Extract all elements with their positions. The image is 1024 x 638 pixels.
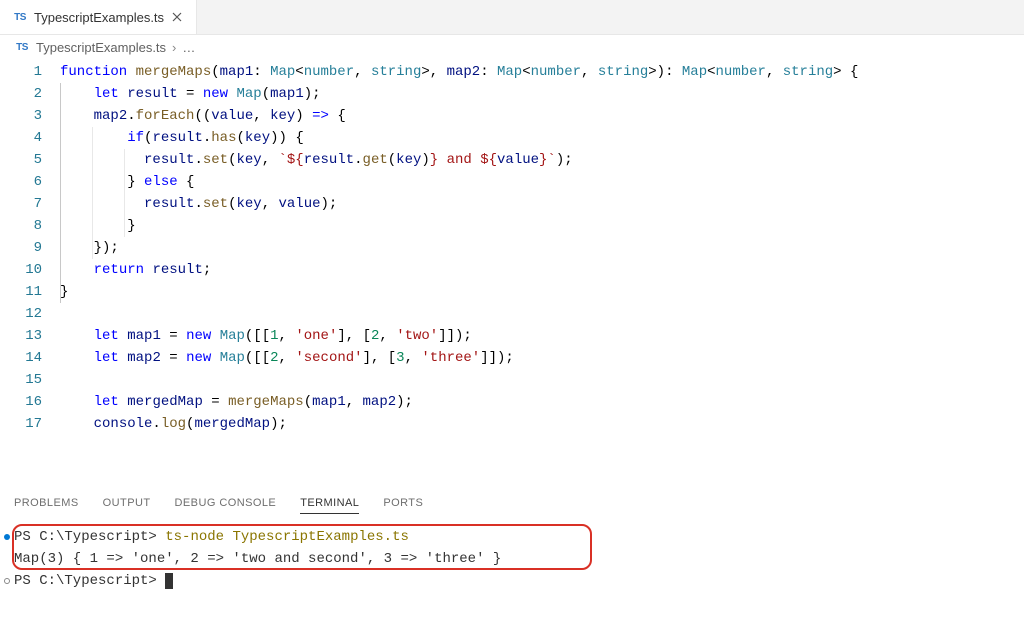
code-content: } [60, 215, 1024, 237]
line-number: 11 [0, 281, 60, 303]
code-line[interactable]: 15 [0, 369, 1024, 391]
indent-guide [124, 149, 125, 171]
code-editor[interactable]: 1function mergeMaps(map1: Map<number, st… [0, 59, 1024, 449]
typescript-file-icon: TS [12, 9, 28, 25]
line-number: 14 [0, 347, 60, 369]
line-number: 9 [0, 237, 60, 259]
indent-guide [92, 149, 93, 171]
terminal[interactable]: PS C:\Typescript> ts-node TypescriptExam… [0, 520, 1024, 598]
indent-guide [60, 83, 61, 105]
code-content: let mergedMap = mergeMaps(map1, map2); [60, 391, 1024, 413]
line-number: 15 [0, 369, 60, 391]
editor-tab-bar: TS TypescriptExamples.ts [0, 0, 1024, 35]
line-number: 6 [0, 171, 60, 193]
terminal-cursor [165, 573, 173, 589]
indent-guide [92, 237, 93, 259]
code-content: let map2 = new Map([[2, 'second'], [3, '… [60, 347, 1024, 369]
code-line[interactable]: 12 [0, 303, 1024, 325]
code-line[interactable]: 5 result.set(key, `${result.get(key)} an… [0, 149, 1024, 171]
indent-guide [60, 171, 61, 193]
line-number: 1 [0, 61, 60, 83]
code-line[interactable]: 1function mergeMaps(map1: Map<number, st… [0, 61, 1024, 83]
indent-guide [92, 127, 93, 149]
indent-guide [92, 215, 93, 237]
line-number: 7 [0, 193, 60, 215]
line-number: 13 [0, 325, 60, 347]
panel-tab-ports[interactable]: PORTS [383, 497, 423, 514]
terminal-status-dot-icon [4, 534, 10, 540]
close-icon[interactable] [170, 10, 184, 24]
terminal-line: Map(3) { 1 => 'one', 2 => 'two and secon… [14, 548, 1010, 570]
line-number: 2 [0, 83, 60, 105]
panel-tab-terminal[interactable]: TERMINAL [300, 497, 359, 514]
code-line[interactable]: 9 }); [0, 237, 1024, 259]
code-line[interactable]: 3 map2.forEach((value, key) => { [0, 105, 1024, 127]
code-content: result.set(key, `${result.get(key)} and … [60, 149, 1024, 171]
code-line[interactable]: 11} [0, 281, 1024, 303]
breadcrumb-more: … [182, 40, 195, 55]
code-line[interactable]: 6 } else { [0, 171, 1024, 193]
code-content: return result; [60, 259, 1024, 281]
code-content [60, 303, 1024, 325]
line-number: 16 [0, 391, 60, 413]
panel-tab-problems[interactable]: PROBLEMS [14, 497, 79, 514]
code-line[interactable]: 10 return result; [0, 259, 1024, 281]
panel-tab-debug[interactable]: DEBUG CONSOLE [175, 497, 277, 514]
code-content: map2.forEach((value, key) => { [60, 105, 1024, 127]
indent-guide [124, 171, 125, 193]
indent-guide [60, 237, 61, 259]
code-content: } [60, 281, 1024, 303]
code-content: console.log(mergedMap); [60, 413, 1024, 435]
terminal-line: PS C:\Typescript> ts-node TypescriptExam… [14, 526, 1010, 548]
code-line[interactable]: 13 let map1 = new Map([[1, 'one'], [2, '… [0, 325, 1024, 347]
code-content: }); [60, 237, 1024, 259]
tab-title: TypescriptExamples.ts [34, 10, 164, 25]
line-number: 4 [0, 127, 60, 149]
code-line[interactable]: 2 let result = new Map(map1); [0, 83, 1024, 105]
panel-tab-output[interactable]: OUTPUT [103, 497, 151, 514]
code-line[interactable]: 8 } [0, 215, 1024, 237]
indent-guide [60, 193, 61, 215]
code-content: result.set(key, value); [60, 193, 1024, 215]
indent-guide [60, 259, 61, 281]
terminal-line: PS C:\Typescript> [14, 570, 1010, 592]
code-line[interactable]: 14 let map2 = new Map([[2, 'second'], [3… [0, 347, 1024, 369]
indent-guide [124, 215, 125, 237]
line-number: 12 [0, 303, 60, 325]
breadcrumb[interactable]: TS TypescriptExamples.ts › … [0, 35, 1024, 59]
code-line[interactable]: 16 let mergedMap = mergeMaps(map1, map2)… [0, 391, 1024, 413]
typescript-file-icon: TS [14, 39, 30, 55]
code-line[interactable]: 4 if(result.has(key)) { [0, 127, 1024, 149]
indent-guide [60, 281, 61, 303]
indent-guide [60, 149, 61, 171]
code-content: function mergeMaps(map1: Map<number, str… [60, 61, 1024, 83]
code-content: } else { [60, 171, 1024, 193]
code-content: let result = new Map(map1); [60, 83, 1024, 105]
code-line[interactable]: 7 result.set(key, value); [0, 193, 1024, 215]
code-line[interactable]: 17 console.log(mergedMap); [0, 413, 1024, 435]
indent-guide [92, 193, 93, 215]
line-number: 17 [0, 413, 60, 435]
indent-guide [92, 171, 93, 193]
code-content: let map1 = new Map([[1, 'one'], [2, 'two… [60, 325, 1024, 347]
code-content: if(result.has(key)) { [60, 127, 1024, 149]
code-content [60, 369, 1024, 391]
tab-typescript-examples[interactable]: TS TypescriptExamples.ts [0, 0, 197, 34]
terminal-status-dot-icon [4, 578, 10, 584]
line-number: 10 [0, 259, 60, 281]
chevron-right-icon: › [172, 40, 176, 55]
line-number: 3 [0, 105, 60, 127]
panel-tab-bar: PROBLEMS OUTPUT DEBUG CONSOLE TERMINAL P… [0, 489, 1024, 520]
indent-guide [60, 105, 61, 127]
indent-guide [60, 127, 61, 149]
indent-guide [124, 193, 125, 215]
breadcrumb-file: TypescriptExamples.ts [36, 40, 166, 55]
indent-guide [60, 215, 61, 237]
line-number: 5 [0, 149, 60, 171]
line-number: 8 [0, 215, 60, 237]
